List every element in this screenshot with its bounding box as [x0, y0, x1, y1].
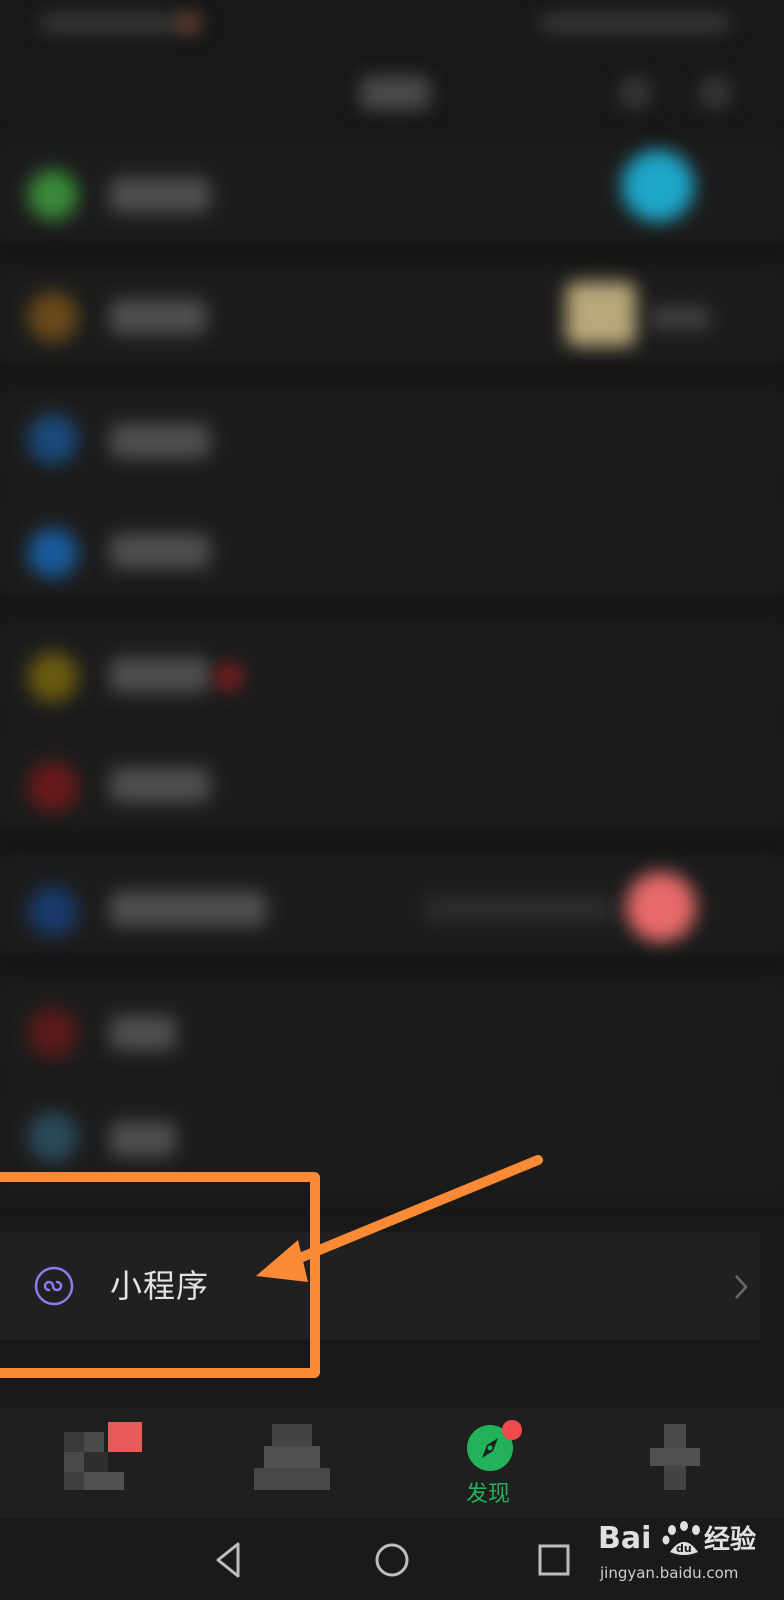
status-bar-right	[540, 14, 730, 32]
divider	[0, 372, 784, 386]
divider	[0, 250, 784, 264]
list-item-label	[110, 178, 210, 212]
list-item-meta	[424, 898, 614, 920]
channels-icon	[28, 292, 78, 342]
thumbnail	[566, 282, 636, 346]
shopping-icon	[28, 1008, 78, 1058]
list-item-label	[110, 534, 210, 568]
list-item-label	[110, 300, 206, 334]
list-item-label	[110, 892, 266, 926]
top-stories-icon	[28, 652, 78, 702]
divider	[0, 962, 784, 976]
games-icon	[28, 1112, 78, 1162]
svg-text:经验: 经验	[704, 1524, 756, 1555]
status-bar-left	[40, 14, 200, 32]
nearby-icon	[28, 886, 78, 936]
tab-chats[interactable]	[62, 1418, 162, 1508]
divider	[0, 604, 784, 618]
tab-me[interactable]	[650, 1418, 750, 1508]
moments-icon	[28, 170, 78, 220]
shake-icon	[28, 528, 78, 578]
list-item-label	[110, 1122, 176, 1156]
svg-text:du: du	[676, 1542, 692, 1555]
watermark-url: jingyan.baidu.com	[600, 1564, 739, 1582]
back-icon[interactable]	[208, 1538, 252, 1582]
home-icon[interactable]	[370, 1538, 414, 1582]
scan-icon	[28, 414, 78, 464]
recents-icon[interactable]	[532, 1538, 576, 1582]
tab-discover-label[interactable]: 发现	[466, 1476, 510, 1508]
notification-badge	[502, 1420, 522, 1440]
tab-contacts[interactable]	[254, 1418, 354, 1508]
chevron-right-icon	[730, 1272, 752, 1302]
svg-text:Bai: Bai	[598, 1521, 651, 1556]
search-feature-icon	[28, 762, 78, 812]
divider	[0, 838, 784, 852]
search-icon[interactable]	[620, 78, 650, 108]
list-item-label	[110, 658, 210, 692]
highlight-box	[0, 1172, 320, 1378]
add-icon[interactable]	[700, 78, 730, 108]
page-title	[360, 76, 430, 110]
avatar	[622, 150, 694, 222]
list-item-label	[110, 424, 210, 458]
badge	[216, 664, 242, 690]
list-item-label	[110, 768, 210, 802]
list-item-label	[110, 1016, 176, 1050]
avatar	[626, 872, 696, 942]
status-indicator	[180, 14, 198, 32]
list-item-meta	[650, 308, 710, 328]
